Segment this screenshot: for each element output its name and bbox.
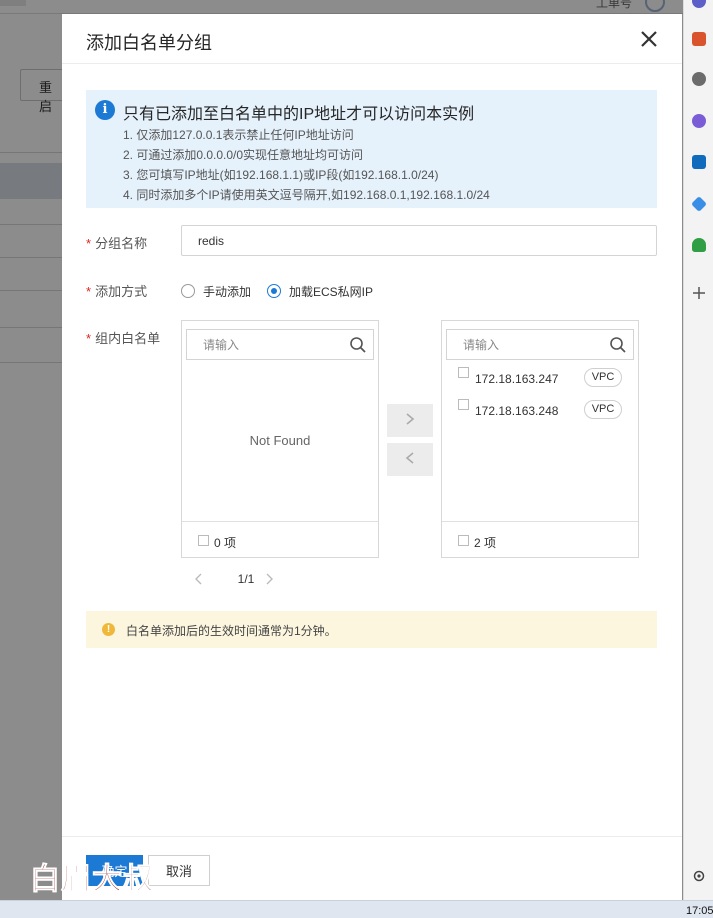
prev-page-icon[interactable] (191, 571, 207, 587)
send-icon[interactable] (691, 196, 707, 212)
target-count: 2 项 (474, 536, 497, 550)
list-item[interactable]: 172.18.163.247 VPC (442, 365, 638, 393)
app-icon[interactable] (692, 0, 706, 8)
transfer-source-list: Not Found 0 项 (181, 320, 379, 558)
move-right-button[interactable] (387, 404, 433, 437)
page-indicator: 1/1 (237, 572, 255, 586)
source-search-input[interactable] (187, 330, 337, 359)
person-icon[interactable] (692, 72, 706, 86)
radio-manual-add[interactable] (181, 284, 195, 298)
drawer-header: 添加白名单分组 (62, 14, 682, 64)
group-name-label: * 分组名称 (86, 233, 147, 252)
list-item[interactable]: 172.18.163.248 VPC (442, 397, 638, 425)
vpc-badge: VPC (584, 400, 622, 419)
outlook-icon[interactable] (692, 155, 706, 169)
copilot-icon[interactable] (692, 114, 706, 128)
info-line: 4. 同时添加多个IP请使用英文逗号隔开,如192.168.0.1,192.16… (123, 188, 490, 202)
tree-icon[interactable] (692, 238, 706, 252)
item-checkbox[interactable] (458, 367, 469, 378)
notice-text: 白名单添加后的生效时间通常为1分钟。 (126, 624, 337, 638)
target-footer: 2 项 (442, 521, 638, 558)
target-search-input[interactable] (447, 330, 597, 359)
search-icon[interactable] (349, 336, 367, 354)
source-search-box (186, 329, 374, 360)
chevron-right-icon (406, 413, 415, 425)
watermark: 白眉大叔 (30, 862, 154, 898)
browser-sidebar (683, 0, 713, 900)
search-icon[interactable] (609, 336, 627, 354)
item-checkbox[interactable] (458, 399, 469, 410)
info-box: i 只有已添加至白名单中的IP地址才可以访问本实例 1. 仅添加127.0.0.… (86, 90, 657, 208)
info-icon: i (95, 100, 115, 120)
whitelist-label: * 组内白名单 (86, 328, 160, 347)
notice-bar: ! 白名单添加后的生效时间通常为1分钟。 (86, 611, 657, 648)
info-title: 只有已添加至白名单中的IP地址才可以访问本实例 (123, 106, 475, 123)
required-mark: * (86, 331, 92, 346)
add-method-label-text: 添加方式 (95, 284, 148, 299)
pagination: 1/1 (181, 570, 379, 590)
warning-icon: ! (102, 623, 115, 636)
item-ip: 172.18.163.248 (475, 404, 559, 418)
radio-manual-add-label[interactable]: 手动添加 (203, 283, 251, 300)
info-line: 2. 可通过添加0.0.0.0/0实现任意地址均可访问 (123, 148, 364, 162)
target-search-box (446, 329, 634, 360)
required-mark: * (86, 284, 92, 299)
info-line: 3. 您可填写IP地址(如192.168.1.1)或IP段(如192.168.1… (123, 168, 439, 182)
radio-load-ecs-ip[interactable] (267, 284, 281, 298)
cancel-button[interactable]: 取消 (148, 855, 210, 886)
close-icon[interactable] (638, 28, 660, 50)
radio-load-ecs-ip-label[interactable]: 加载ECS私网IP (289, 283, 373, 300)
item-ip: 172.18.163.247 (475, 372, 559, 386)
empty-state: Not Found (249, 433, 311, 448)
plus-icon[interactable] (692, 286, 706, 300)
drawer-footer: 确定 取消 (62, 836, 682, 900)
group-name-input[interactable] (181, 225, 657, 256)
move-left-button[interactable] (387, 443, 433, 476)
toolbox-icon[interactable] (692, 32, 706, 46)
drawer-title: 添加白名单分组 (86, 33, 212, 53)
vpc-badge: VPC (584, 368, 622, 387)
add-whitelist-group-drawer: 添加白名单分组 i 只有已添加至白名单中的IP地址才可以访问本实例 1. 仅添加… (62, 14, 682, 900)
required-mark: * (86, 236, 92, 251)
taskbar: 17:05 (0, 900, 713, 918)
chevron-left-icon (405, 452, 414, 464)
gear-icon[interactable] (691, 868, 707, 884)
add-method-label: * 添加方式 (86, 281, 147, 300)
source-footer: 0 项 (182, 521, 378, 558)
whitelist-label-text: 组内白名单 (95, 331, 161, 346)
source-select-all-checkbox[interactable] (198, 535, 209, 546)
group-name-label-text: 分组名称 (95, 236, 148, 251)
next-page-icon[interactable] (261, 571, 277, 587)
source-count: 0 项 (214, 536, 237, 550)
clock: 17:05 (686, 905, 713, 917)
transfer-target-list: 172.18.163.247 VPC 172.18.163.248 VPC 2 … (441, 320, 639, 558)
info-line: 1. 仅添加127.0.0.1表示禁止任何IP地址访问 (123, 128, 354, 142)
target-select-all-checkbox[interactable] (458, 535, 469, 546)
